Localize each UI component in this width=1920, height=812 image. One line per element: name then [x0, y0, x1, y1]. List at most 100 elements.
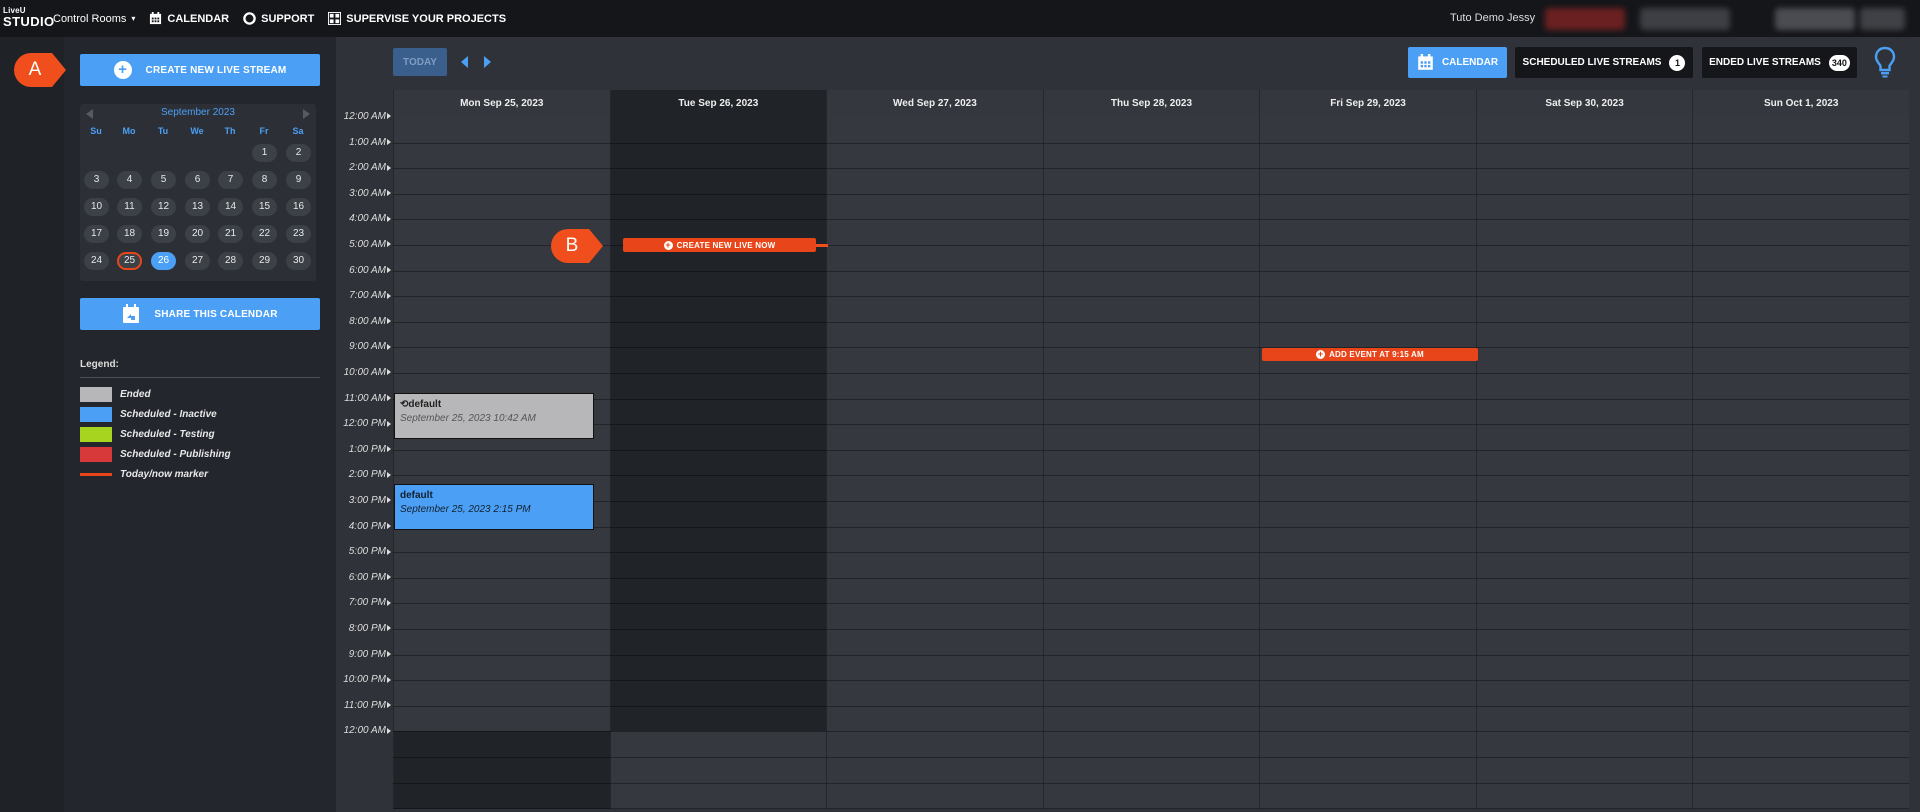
mini-calendar-day[interactable]: 15 [252, 198, 277, 216]
user-name[interactable]: Tuto Demo Jessy [1450, 12, 1535, 24]
mini-calendar-day[interactable]: 4 [117, 171, 142, 189]
left-rail [0, 37, 64, 812]
event-ended[interactable]: ⟲default September 25, 2023 10:42 AM [394, 393, 594, 439]
mini-calendar-day[interactable]: 26 [151, 252, 176, 270]
time-label-text: 3:00 AM [349, 187, 386, 199]
time-marker-icon [387, 394, 391, 401]
legend-label: Scheduled - Publishing [120, 449, 231, 460]
next-day-column[interactable] [1692, 731, 1909, 809]
mini-calendar-day[interactable]: 22 [252, 225, 277, 243]
time-label-text: 8:00 AM [349, 315, 386, 327]
time-label-text: 1:00 AM [349, 136, 386, 148]
top-bar: LiveU STUDIO Control Rooms ▾ CALENDAR SU… [0, 0, 1920, 37]
nav-supervise[interactable]: SUPERVISE YOUR PROJECTS [328, 12, 506, 25]
time-label: 3:00 AM [336, 188, 391, 200]
mini-calendar-day[interactable]: 3 [84, 171, 109, 189]
mini-calendar-day[interactable]: 23 [286, 225, 311, 243]
nav-calendar-label: CALENDAR [167, 12, 230, 25]
mini-calendar-month: September 2023 [161, 107, 235, 118]
hour-gridline [393, 219, 1909, 221]
share-calendar-button[interactable]: SHARE THIS CALENDAR [80, 298, 320, 330]
event-scheduled-inactive[interactable]: default September 25, 2023 2:15 PM [394, 484, 594, 530]
mini-calendar-day[interactable]: 17 [84, 225, 109, 243]
time-marker-icon [387, 369, 391, 376]
mini-calendar-day[interactable]: 10 [84, 198, 109, 216]
legend-item: Scheduled - Inactive [80, 406, 217, 423]
today-button[interactable]: TODAY [393, 48, 447, 76]
ended-streams-button[interactable]: ENDED LIVE STREAMS 340 [1702, 47, 1857, 78]
redacted-block [1860, 8, 1905, 30]
time-marker-icon [387, 574, 391, 581]
legend-label: Today/now marker [120, 469, 208, 480]
weekday-label: Mo [122, 126, 136, 136]
mini-calendar-day[interactable]: 12 [151, 198, 176, 216]
time-marker-icon [387, 241, 391, 248]
time-label: 7:00 AM [336, 290, 391, 302]
time-label: 8:00 AM [336, 316, 391, 328]
mini-calendar-day[interactable]: 11 [117, 198, 142, 216]
hour-gridline [393, 245, 1909, 246]
mini-calendar-day[interactable]: 7 [218, 171, 243, 189]
plus-icon: + [1316, 349, 1326, 359]
day-column-header[interactable]: Sun Oct 1, 2023 [1692, 90, 1909, 117]
day-column-header[interactable]: Thu Sep 28, 2023 [1042, 90, 1260, 117]
mini-calendar-day[interactable]: 6 [185, 171, 210, 189]
time-label-text: 12:00 AM [343, 725, 386, 737]
mini-calendar-day[interactable]: 14 [218, 198, 243, 216]
next-day-column[interactable] [1475, 731, 1693, 809]
nav-support[interactable]: SUPPORT [243, 12, 314, 25]
mini-calendar-day[interactable]: 29 [252, 252, 277, 270]
mini-calendar-day[interactable]: 2 [286, 144, 311, 162]
time-label: 9:00 PM [336, 649, 391, 661]
mini-calendar-day[interactable]: 24 [84, 252, 109, 270]
next-day-column[interactable] [393, 731, 610, 809]
day-column-header[interactable]: Mon Sep 25, 2023 [393, 90, 610, 117]
day-column-header[interactable]: Fri Sep 29, 2023 [1259, 90, 1476, 117]
mini-calendar-day[interactable]: 30 [286, 252, 311, 270]
mini-calendar-day[interactable]: 1 [252, 144, 277, 162]
add-event-button[interactable]: + ADD EVENT AT 9:15 AM [1262, 348, 1478, 361]
next-week-icon[interactable] [484, 56, 491, 68]
next-day-column[interactable] [826, 731, 1043, 809]
calendar-view-button[interactable]: CALENDAR [1408, 47, 1507, 78]
mini-calendar-day[interactable]: 8 [252, 171, 277, 189]
mini-calendar-day[interactable]: 25 [117, 252, 142, 270]
mini-calendar-day[interactable]: 18 [117, 225, 142, 243]
day-column-header[interactable]: Wed Sep 27, 2023 [826, 90, 1043, 117]
hour-gridline [393, 577, 1909, 579]
next-day-column[interactable] [609, 731, 827, 809]
nav-calendar[interactable]: CALENDAR [149, 12, 229, 25]
liveu-studio-logo[interactable]: LiveU STUDIO [3, 7, 54, 29]
next-month-icon[interactable] [303, 109, 310, 119]
prev-week-icon[interactable] [461, 56, 468, 68]
lifebuoy-icon [243, 12, 256, 25]
hour-gridline [393, 526, 1909, 528]
next-day-column[interactable] [1259, 731, 1476, 809]
callout-b-pointer [589, 229, 603, 263]
hour-gridline [393, 603, 1909, 605]
time-label-text: 9:00 AM [349, 341, 386, 353]
time-label: 11:00 AM [336, 393, 391, 405]
mini-calendar-day[interactable]: 19 [151, 225, 176, 243]
time-label: 5:00 AM [336, 239, 391, 251]
mini-calendar-day[interactable]: 28 [218, 252, 243, 270]
day-column-header[interactable]: Sat Sep 30, 2023 [1475, 90, 1693, 117]
hour-gridline [393, 398, 1909, 400]
mini-calendar-day[interactable]: 27 [185, 252, 210, 270]
scheduled-streams-button[interactable]: SCHEDULED LIVE STREAMS 1 [1515, 47, 1693, 78]
day-column-header[interactable]: Tue Sep 26, 2023 [609, 90, 827, 117]
time-marker-icon [387, 676, 391, 683]
mini-calendar-day[interactable]: 20 [185, 225, 210, 243]
mini-calendar-day[interactable]: 9 [286, 171, 311, 189]
callout-a: A [14, 53, 66, 87]
redacted-block [1545, 8, 1625, 30]
lightbulb-icon[interactable] [1874, 46, 1896, 78]
mini-calendar-day[interactable]: 5 [151, 171, 176, 189]
mini-calendar-day[interactable]: 21 [218, 225, 243, 243]
nav-control-rooms[interactable]: Control Rooms ▾ [53, 13, 135, 25]
mini-calendar-day[interactable]: 13 [185, 198, 210, 216]
create-live-stream-button[interactable]: + CREATE NEW LIVE STREAM [80, 54, 320, 86]
next-day-column[interactable] [1042, 731, 1260, 809]
create-live-now-button[interactable]: + CREATE NEW LIVE NOW [623, 238, 816, 252]
mini-calendar-day[interactable]: 16 [286, 198, 311, 216]
